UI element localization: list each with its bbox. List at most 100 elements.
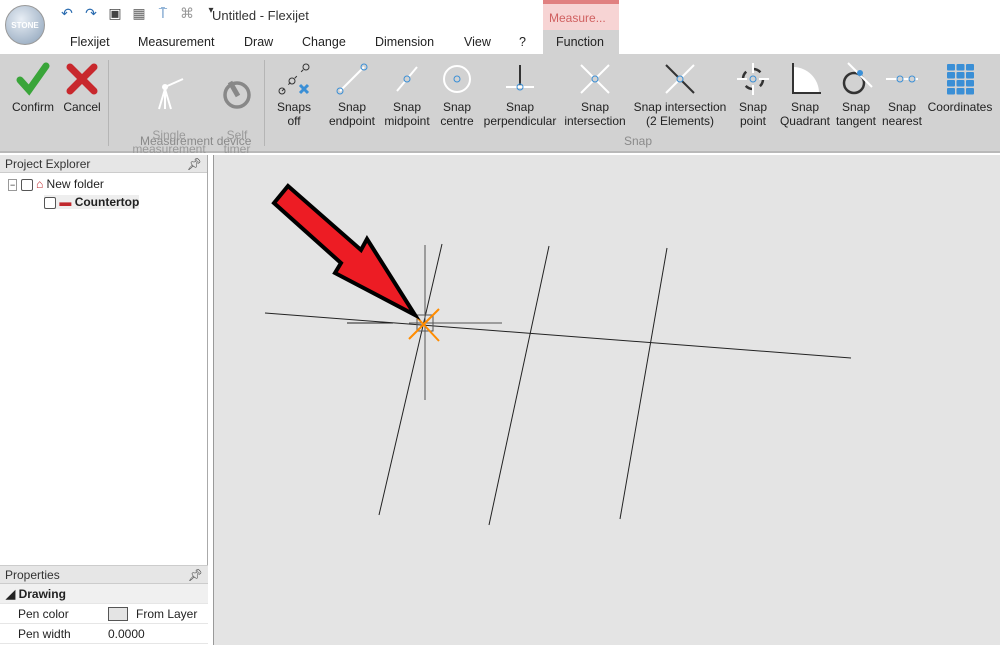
snap-midpoint-icon	[378, 58, 436, 100]
snap-tangent-icon	[832, 58, 880, 100]
snap-label: Snap point	[738, 100, 768, 128]
snap-label: Snap intersection	[564, 100, 626, 128]
tab-help[interactable]: ?	[519, 35, 526, 49]
tree-item-countertop[interactable]: ▬ Countertop	[44, 195, 140, 209]
snap-perpendicular-icon	[478, 58, 562, 100]
snap-nearest-icon	[880, 58, 924, 100]
snap-label: Snap endpoint	[328, 100, 376, 128]
tab-view[interactable]: View	[464, 35, 491, 49]
calculator-icon[interactable]: ▦	[130, 5, 148, 22]
drawing-canvas[interactable]	[213, 155, 1000, 645]
property-name: Pen width	[18, 626, 71, 641]
project-tree: − ⌂ New folder ▬ Countertop	[0, 173, 207, 573]
drawn-line	[619, 247, 668, 520]
color-swatch[interactable]	[108, 606, 128, 621]
cancel-label: Cancel	[63, 100, 101, 114]
drawn-line	[488, 245, 550, 526]
group-label-snap: Snap	[624, 134, 653, 148]
title-bar: STONE ↶ ↷ ▣ ▦ ⍑ ⌘ ▾ Untitled - Flexijet …	[0, 0, 1000, 45]
snaps-off-icon	[272, 58, 316, 100]
snap-point-button[interactable]: Snap point	[734, 58, 772, 128]
snap-label: Coordinates	[927, 100, 993, 114]
property-value[interactable]: From Layer	[136, 607, 197, 621]
property-name: Pen color	[18, 606, 69, 621]
snap-intersection-2-button[interactable]: Snap intersection (2 Elements)	[628, 58, 732, 128]
snap-label: Snap perpendicular	[483, 100, 557, 128]
snap-label: Snap midpoint	[384, 100, 430, 128]
tripod-icon	[120, 72, 218, 114]
tab-measurement[interactable]: Measurement	[138, 35, 214, 49]
drawing	[264, 183, 852, 526]
item-label: Countertop	[74, 195, 140, 209]
ribbon: Confirm Cancel Single measurement Self t…	[0, 54, 1000, 156]
property-value[interactable]: 0.0000	[104, 627, 145, 641]
pin-icon[interactable]: 📌︎	[187, 157, 202, 171]
snap-label: Snap centre	[440, 100, 474, 128]
snap-intersection-icon	[560, 58, 630, 100]
cancel-button[interactable]: Cancel	[60, 58, 104, 114]
snap-perpendicular-button[interactable]: Snap perpendicular	[478, 58, 562, 128]
tab-function[interactable]: Function	[543, 30, 619, 54]
gamepad-icon[interactable]: ⌘	[178, 5, 196, 22]
snap-tangent-button[interactable]: Snap tangent	[832, 58, 880, 128]
checkbox[interactable]	[20, 178, 33, 191]
coordinates-button[interactable]: Coordinates	[924, 58, 996, 114]
snap-label: Snap Quadrant	[779, 100, 831, 128]
window-title: Untitled - Flexijet	[212, 8, 309, 23]
logo: STONE	[11, 20, 39, 30]
coordinates-icon	[924, 58, 996, 100]
collapse-icon[interactable]: −	[8, 179, 18, 191]
checkbox[interactable]	[44, 196, 56, 209]
checkmark-icon	[8, 58, 58, 100]
countertop-icon: ▬	[59, 195, 72, 209]
properties-panel: Properties 📌︎ ◢ Drawing Pen color From Lay…	[0, 565, 208, 645]
tab-dimension[interactable]: Dimension	[375, 35, 434, 49]
save-icon[interactable]: ▣	[106, 5, 124, 22]
tree-item-new-folder[interactable]: − ⌂ New folder	[8, 177, 104, 191]
snap-endpoint-icon	[322, 58, 382, 100]
section-label: Drawing	[18, 586, 66, 601]
drawn-line	[264, 312, 852, 359]
snap-centre-icon	[434, 58, 480, 100]
snap-label: Snap tangent	[835, 100, 877, 128]
property-row[interactable]: Pen width 0.0000	[0, 624, 208, 644]
arrow-annotation	[271, 183, 421, 321]
separator	[264, 60, 265, 146]
group-label-measurement-device: Measurement device	[140, 134, 252, 148]
home-icon: ⌂	[35, 177, 44, 191]
tab-draw[interactable]: Draw	[244, 35, 273, 49]
snap-label: Snaps off	[276, 100, 312, 128]
redo-icon[interactable]: ↷	[82, 5, 100, 22]
snap-label: Snap nearest	[881, 100, 923, 128]
snaps-off-button[interactable]: Snaps off	[272, 58, 316, 128]
snap-endpoint-button[interactable]: Snap endpoint	[322, 58, 382, 128]
snap-label: Snap intersection (2 Elements)	[633, 100, 727, 128]
properties-title: Properties	[5, 568, 60, 582]
section-drawing[interactable]: ◢ Drawing	[0, 584, 208, 604]
undo-icon[interactable]: ↶	[58, 5, 76, 22]
ribbon-tabs: Flexijet Measurement Draw Change Dimensi…	[0, 30, 1000, 54]
x-icon	[60, 58, 104, 100]
tab-flexijet[interactable]: Flexijet	[70, 35, 110, 49]
quick-access-toolbar: ↶ ↷ ▣ ▦ ⍑ ⌘ ▾	[58, 5, 220, 22]
property-row[interactable]: Pen color From Layer	[0, 604, 208, 624]
project-explorer-title: Project Explorer	[5, 157, 91, 171]
snap-point-icon	[734, 58, 772, 100]
pin-icon[interactable]: 📌︎	[188, 568, 203, 582]
context-tab-header: Measure...	[543, 0, 619, 30]
timer-icon	[216, 72, 258, 114]
separator	[108, 60, 109, 146]
snap-intersection-2-icon	[628, 58, 732, 100]
confirm-button[interactable]: Confirm	[8, 58, 58, 114]
snap-quadrant-icon	[776, 58, 834, 100]
snap-intersection-button[interactable]: Snap intersection	[560, 58, 630, 128]
confirm-label: Confirm	[11, 100, 54, 114]
snap-centre-button[interactable]: Snap centre	[434, 58, 480, 128]
folder-label: New folder	[46, 177, 104, 191]
snap-nearest-button[interactable]: Snap nearest	[880, 58, 924, 128]
app-menu-button[interactable]: STONE	[5, 5, 45, 45]
snap-midpoint-button[interactable]: Snap midpoint	[378, 58, 436, 128]
tab-change[interactable]: Change	[302, 35, 346, 49]
device-icon[interactable]: ⍑	[154, 5, 172, 22]
snap-quadrant-button[interactable]: Snap Quadrant	[776, 58, 834, 128]
